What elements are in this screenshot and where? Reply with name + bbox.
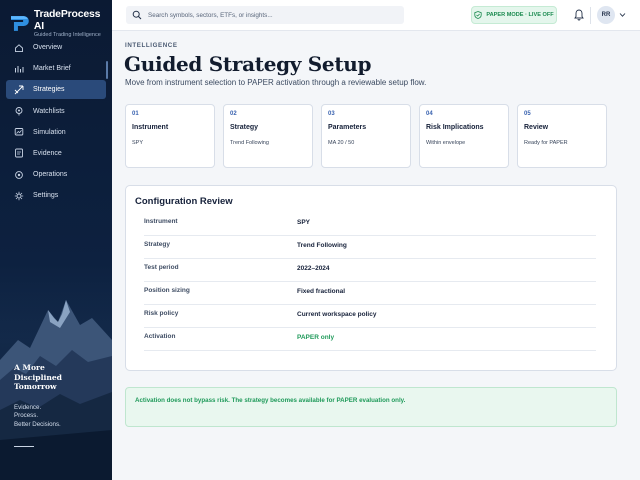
review-row-instrument: Instrument SPY (144, 213, 596, 236)
sidebar-item-label: Simulation (33, 128, 66, 136)
sidebar-motto: Evidence. Process. Better Decisions. (14, 404, 61, 429)
sidebar-item-label: Operations (33, 171, 68, 179)
step-number: 01 (132, 111, 139, 117)
step-number: 03 (328, 111, 335, 117)
evidence-icon (14, 148, 24, 158)
search-bar[interactable] (126, 6, 404, 24)
top-bar: PAPER MODE · LIVE OFF RR (112, 0, 640, 31)
review-row-activation: Activation PAPER only (144, 328, 596, 351)
review-row-position-sizing: Position sizing Fixed fractional (144, 282, 596, 305)
logo-icon (10, 16, 29, 31)
divider (14, 446, 34, 447)
step-card-review[interactable]: 05 Review Ready for PAPER (517, 104, 607, 168)
sidebar-item-label: Settings (33, 192, 59, 200)
review-key: Risk policy (144, 310, 179, 317)
review-key: Test period (144, 264, 179, 271)
step-name: Strategy (230, 124, 259, 131)
home-icon (14, 43, 24, 53)
search-input[interactable] (148, 11, 388, 19)
review-value: SPY (297, 219, 311, 226)
step-name: Instrument (132, 124, 169, 131)
eye-icon (14, 106, 24, 116)
tagline-line: A More (14, 363, 45, 372)
review-value: Fixed fractional (297, 288, 346, 295)
sidebar-item-label: Strategies (33, 86, 65, 94)
step-card-risk-implications[interactable]: 04 Risk Implications Within envelope (419, 104, 509, 168)
section-eyebrow: INTELLIGENCE (125, 42, 178, 49)
step-value: MA 20 / 50 (328, 140, 355, 146)
review-key: Strategy (144, 241, 171, 248)
brand-name: TradeProcess AI (33, 8, 101, 32)
sidebar-item-operations[interactable]: Operations (6, 165, 106, 184)
divider (590, 7, 591, 24)
sidebar-item-strategies[interactable]: Strategies (6, 80, 106, 100)
step-card-instrument[interactable]: 01 Instrument SPY (125, 104, 215, 168)
step-name: Parameters (328, 124, 367, 131)
step-number: 04 (426, 111, 433, 117)
activation-notice: Activation does not bypass risk. The str… (125, 387, 617, 427)
review-value: 2022–2024 (297, 265, 330, 272)
step-value: SPY (132, 140, 144, 146)
bell-icon[interactable] (574, 9, 584, 21)
sidebar-item-watchlists[interactable]: Watchlists (6, 102, 106, 121)
main-content: INTELLIGENCE Guided Strategy Setup Move … (112, 31, 640, 480)
search-icon (132, 10, 142, 20)
sidebar-item-label: Market Brief (33, 65, 71, 73)
review-row-strategy: Strategy Trend Following (144, 236, 596, 259)
review-value-activation: PAPER only (297, 334, 335, 341)
sidebar: TradeProcess AI Guided Trading Intellige… (0, 0, 112, 480)
review-key: Position sizing (144, 287, 190, 294)
brand[interactable]: TradeProcess AI Guided Trading Intellige… (10, 8, 112, 38)
sidebar-item-label: Watchlists (33, 107, 65, 115)
avatar[interactable]: RR (597, 6, 615, 24)
page-title: Guided Strategy Setup (124, 52, 372, 76)
motto-line: Better Decisions. (14, 420, 61, 428)
settings-icon (14, 191, 24, 201)
step-card-strategy[interactable]: 02 Strategy Trend Following (223, 104, 313, 168)
sidebar-item-settings[interactable]: Settings (6, 186, 106, 205)
review-key: Instrument (144, 218, 178, 225)
simulation-icon (14, 127, 24, 137)
step-number: 02 (230, 111, 237, 117)
review-value: Current workspace policy (297, 311, 377, 318)
sidebar-tagline: A More Disciplined Tomorrow (14, 363, 62, 392)
review-title: Configuration Review (135, 196, 233, 207)
review-row-test-period: Test period 2022–2024 (144, 259, 596, 282)
sidebar-item-label: Evidence (33, 149, 62, 157)
sidebar-item-label: Overview (33, 44, 63, 51)
chart-icon (14, 64, 24, 74)
review-key: Activation (144, 333, 176, 340)
shield-check-icon (474, 11, 482, 19)
step-name: Review (524, 124, 549, 131)
tagline-line: Disciplined (14, 372, 62, 382)
strategy-icon (14, 85, 24, 95)
tagline-line: Tomorrow (14, 382, 57, 392)
notice-text: Activation does not bypass risk. The str… (135, 397, 406, 404)
step-number: 05 (524, 111, 531, 117)
review-row-risk-policy: Risk policy Current workspace policy (144, 305, 596, 328)
step-value: Ready for PAPER (524, 140, 568, 146)
operations-icon (14, 170, 24, 180)
paper-mode-badge[interactable]: PAPER MODE · LIVE OFF (471, 6, 557, 24)
step-card-parameters[interactable]: 03 Parameters MA 20 / 50 (321, 104, 411, 168)
sidebar-scrollbar[interactable] (106, 61, 108, 79)
step-name: Risk Implications (426, 124, 484, 131)
motto-line: Process. (14, 412, 39, 420)
sidebar-item-simulation[interactable]: Simulation (6, 123, 106, 142)
page-subtitle: Move from instrument selection to PAPER … (125, 78, 427, 87)
chevron-down-icon[interactable] (619, 12, 626, 18)
motto-line: Evidence. (14, 404, 42, 411)
mode-badge-label: PAPER MODE · LIVE OFF (486, 12, 554, 18)
setup-steps: 01 Instrument SPY 02 Strategy Trend Foll… (125, 104, 609, 168)
sidebar-nav: Overview Market Brief Strategies Watchli… (6, 38, 106, 208)
sidebar-item-overview[interactable]: Overview (6, 38, 106, 57)
step-value: Trend Following (230, 140, 269, 146)
step-value: Within envelope (426, 140, 466, 146)
review-value: Trend Following (297, 242, 347, 249)
sidebar-item-evidence[interactable]: Evidence (6, 144, 106, 163)
configuration-review-card: Configuration Review Instrument SPY Stra… (125, 185, 617, 371)
sidebar-item-market-brief[interactable]: Market Brief (6, 59, 106, 78)
